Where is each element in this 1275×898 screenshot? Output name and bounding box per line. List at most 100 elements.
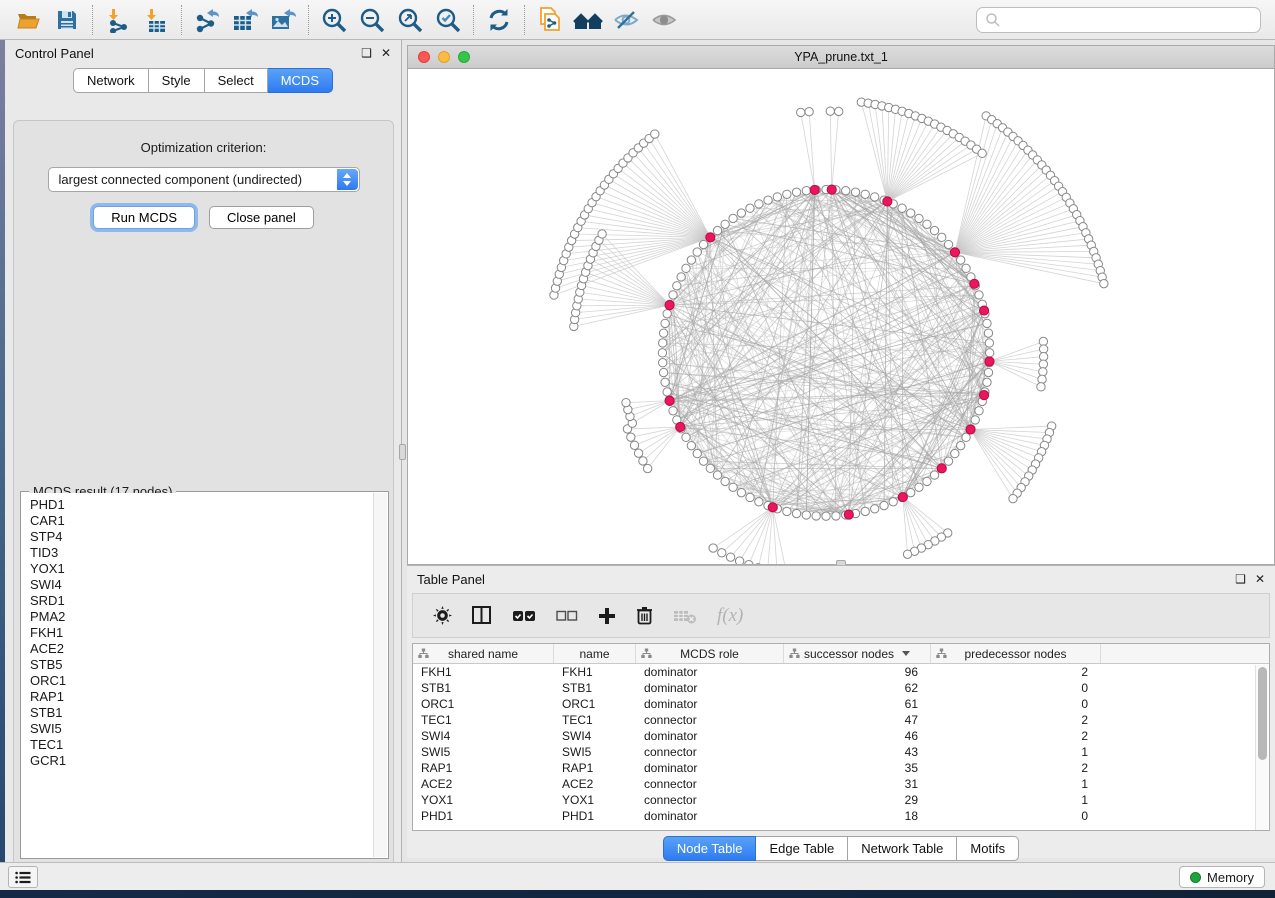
network-window-titlebar[interactable]: YPA_prune.txt_1 <box>408 46 1274 69</box>
cell-MCDS-role[interactable]: dominator <box>636 696 784 712</box>
graph-node[interactable] <box>721 220 729 228</box>
graph-node[interactable] <box>962 264 970 272</box>
table-row[interactable]: YOX1YOX1connector291 <box>413 792 1269 808</box>
tab-edge-table[interactable]: Edge Table <box>756 836 848 861</box>
mcds-result-item[interactable]: STP4 <box>30 529 373 545</box>
graph-node[interactable] <box>851 188 859 196</box>
tab-network-table[interactable]: Network Table <box>848 836 957 861</box>
graph-node[interactable] <box>985 339 993 347</box>
graph-node[interactable] <box>923 477 931 485</box>
graph-node[interactable] <box>822 512 830 520</box>
graph-node[interactable] <box>978 149 986 157</box>
cell-successor-nodes[interactable]: 43 <box>784 744 931 760</box>
graph-node[interactable] <box>792 188 800 196</box>
deselect-all-rows-button[interactable] <box>556 610 578 622</box>
graph-node[interactable] <box>721 477 729 485</box>
graph-node[interactable] <box>699 457 707 465</box>
column-header-predecessor-nodes[interactable]: predecessor nodes <box>931 644 1101 663</box>
graph-node[interactable] <box>746 493 754 501</box>
graph-node[interactable] <box>805 108 813 116</box>
float-panel-icon[interactable]: ❑ <box>361 47 372 59</box>
graph-node[interactable] <box>737 488 745 496</box>
cell-MCDS-role[interactable]: dominator <box>636 728 784 744</box>
criterion-select[interactable]: largest connected component (undirected) <box>48 167 360 192</box>
cell-predecessor-nodes[interactable]: 2 <box>931 712 1101 728</box>
close-panel-button[interactable]: Close panel <box>209 206 314 229</box>
graph-node[interactable] <box>826 107 834 115</box>
export-network-button[interactable] <box>188 4 226 36</box>
create-column-button[interactable] <box>598 607 616 625</box>
graph-hub-node[interactable] <box>706 233 715 242</box>
table-row[interactable]: FKH1FKH1dominator962 <box>413 664 1269 680</box>
graph-node[interactable] <box>764 196 772 204</box>
graph-node[interactable] <box>930 471 938 479</box>
graph-node[interactable] <box>669 407 677 415</box>
column-header-shared-name[interactable]: shared name <box>413 644 554 663</box>
graph-node[interactable] <box>755 200 763 208</box>
graph-node[interactable] <box>673 282 681 290</box>
graph-node[interactable] <box>699 240 707 248</box>
cell-name[interactable]: STB1 <box>554 680 636 696</box>
tab-node-table[interactable]: Node Table <box>663 836 757 861</box>
hide-selected-button[interactable] <box>607 4 645 36</box>
table-row[interactable]: SWI4SWI4dominator462 <box>413 728 1269 744</box>
cell-name[interactable]: YOX1 <box>554 792 636 808</box>
first-neighbors-button[interactable] <box>569 4 607 36</box>
graph-hub-node[interactable] <box>665 396 674 405</box>
show-columns-button[interactable] <box>472 606 492 625</box>
graph-node[interactable] <box>842 187 850 195</box>
tab-style[interactable]: Style <box>149 68 205 93</box>
minimize-window-icon[interactable] <box>438 51 450 63</box>
graph-node[interactable] <box>962 433 970 441</box>
search-input[interactable] <box>1001 10 1260 30</box>
export-image-button[interactable] <box>264 4 302 36</box>
table-row[interactable]: SWI5SWI5connector431 <box>413 744 1269 760</box>
table-row[interactable]: TEC1TEC1connector472 <box>413 712 1269 728</box>
cell-successor-nodes[interactable]: 96 <box>784 664 931 680</box>
graph-node[interactable] <box>643 464 651 472</box>
graph-node[interactable] <box>984 329 992 337</box>
graph-node[interactable] <box>682 264 690 272</box>
mcds-result-item[interactable]: ACE2 <box>30 641 373 657</box>
graph-node[interactable] <box>975 291 983 299</box>
tab-network[interactable]: Network <box>73 68 149 93</box>
graph-node[interactable] <box>718 549 726 557</box>
graph-node[interactable] <box>663 310 671 318</box>
graph-node[interactable] <box>835 107 843 115</box>
mcds-result-item[interactable]: STB1 <box>30 705 373 721</box>
cell-successor-nodes[interactable]: 29 <box>784 792 931 808</box>
graph-node[interactable] <box>871 193 879 201</box>
graph-node[interactable] <box>687 441 695 449</box>
graph-node[interactable] <box>746 204 754 212</box>
mcds-result-item[interactable]: YOX1 <box>30 561 373 577</box>
graph-node[interactable] <box>983 378 991 386</box>
tab-select[interactable]: Select <box>205 68 268 93</box>
cell-predecessor-nodes[interactable]: 1 <box>931 792 1101 808</box>
vertical-splitter-handle[interactable] <box>399 444 406 460</box>
graph-node[interactable] <box>773 193 781 201</box>
cell-MCDS-role[interactable]: dominator <box>636 760 784 776</box>
table-row[interactable]: PHD1PHD1dominator180 <box>413 808 1269 824</box>
graph-hub-node[interactable] <box>768 503 777 512</box>
cell-shared-name[interactable]: ORC1 <box>413 696 554 712</box>
graph-hub-node[interactable] <box>676 422 685 431</box>
graph-node[interactable] <box>651 130 659 138</box>
graph-node[interactable] <box>659 368 667 376</box>
cell-successor-nodes[interactable]: 31 <box>784 776 931 792</box>
cell-successor-nodes[interactable]: 62 <box>784 680 931 696</box>
graph-node[interactable] <box>729 483 737 491</box>
export-table-button[interactable] <box>226 4 264 36</box>
zoom-out-button[interactable] <box>353 4 391 36</box>
graph-node[interactable] <box>663 388 671 396</box>
graph-node[interactable] <box>975 407 983 415</box>
graph-node[interactable] <box>706 464 714 472</box>
cell-MCDS-role[interactable]: connector <box>636 792 784 808</box>
close-table-panel-icon[interactable]: ✕ <box>1255 573 1265 585</box>
maximize-window-icon[interactable] <box>458 51 470 63</box>
graph-node[interactable] <box>971 416 979 424</box>
graph-hub-node[interactable] <box>970 279 979 288</box>
graph-node[interactable] <box>682 433 690 441</box>
cell-predecessor-nodes[interactable]: 1 <box>931 744 1101 760</box>
mcds-result-item[interactable]: SWI4 <box>30 577 373 593</box>
graph-node[interactable] <box>889 498 897 506</box>
